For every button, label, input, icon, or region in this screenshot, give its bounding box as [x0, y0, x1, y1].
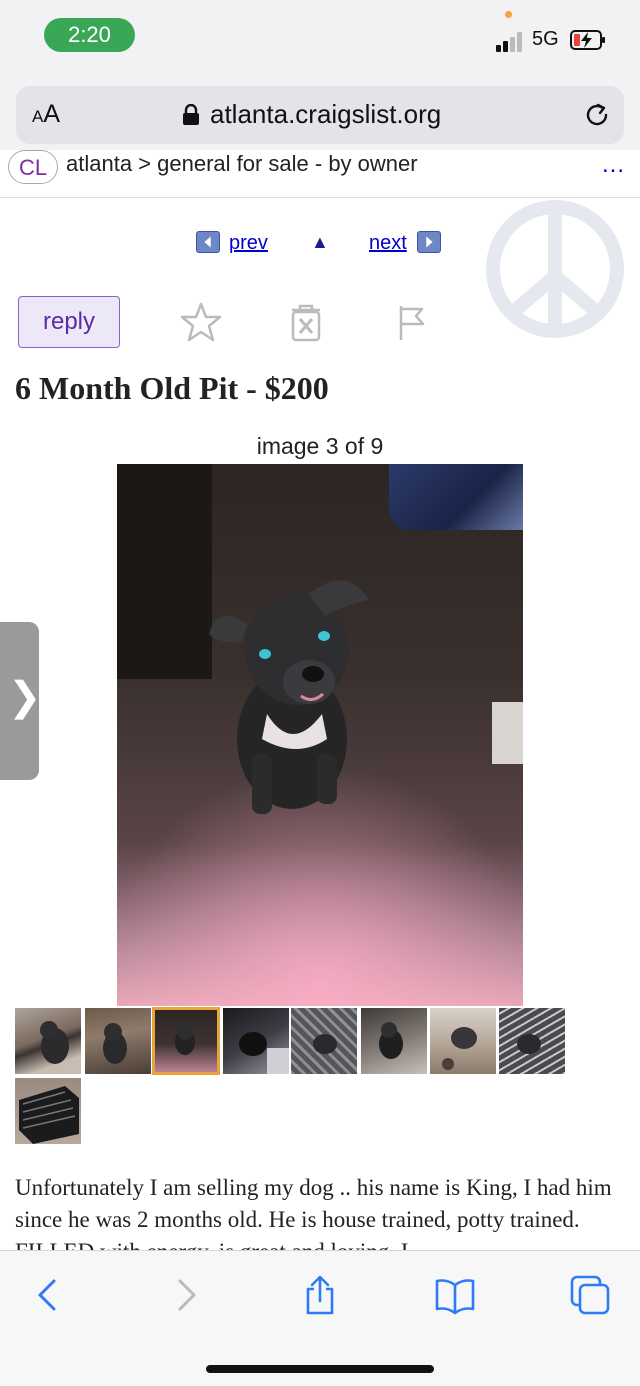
- tabs-icon[interactable]: [568, 1273, 612, 1317]
- more-menu-button[interactable]: ...: [602, 151, 625, 179]
- reload-icon[interactable]: [582, 100, 612, 130]
- posting-pager: prev ▲ next: [0, 228, 640, 262]
- book-icon[interactable]: [433, 1273, 477, 1317]
- thumbnail[interactable]: [361, 1008, 427, 1074]
- thumbnail[interactable]: [291, 1008, 357, 1074]
- photo-wall: [492, 702, 523, 764]
- posting-body: Unfortunately I am selling my dog .. his…: [15, 1175, 612, 1252]
- prev-link[interactable]: prev: [229, 232, 268, 255]
- thumbnail[interactable]: [15, 1008, 81, 1074]
- main-photo[interactable]: [117, 464, 523, 1006]
- thumbnail[interactable]: [85, 1008, 151, 1074]
- craigslist-logo[interactable]: CL: [8, 150, 58, 184]
- battery-charging-icon: [570, 30, 605, 50]
- up-link[interactable]: ▲: [311, 232, 329, 253]
- prev-arrow-icon[interactable]: [196, 231, 220, 253]
- thumbnail[interactable]: [499, 1008, 565, 1074]
- flag-icon[interactable]: [392, 300, 436, 344]
- status-time: 2:20: [44, 18, 135, 52]
- next-arrow-icon[interactable]: [417, 231, 441, 253]
- breadcrumb: CL atlanta > general for sale - by owner…: [0, 150, 640, 198]
- signal-strength-icon: [496, 30, 526, 52]
- image-counter: image 3 of 9: [256, 433, 384, 459]
- browser-toolbar: [0, 1250, 640, 1386]
- peace-sign-icon: [486, 200, 624, 338]
- photo-bag: [389, 464, 523, 530]
- thumbnail[interactable]: [15, 1078, 81, 1144]
- status-bar: 2:20 5G: [0, 0, 640, 76]
- lock-icon: [183, 104, 199, 125]
- posting-title: 6 Month Old Pit - $200: [15, 370, 329, 406]
- home-indicator[interactable]: [206, 1365, 434, 1373]
- side-panel-handle[interactable]: ❯: [0, 622, 42, 780]
- network-type: 5G: [532, 28, 559, 50]
- star-icon[interactable]: [179, 300, 223, 344]
- chevron-right-icon[interactable]: [164, 1273, 208, 1317]
- url-field[interactable]: AA atlanta.craigslist.org: [16, 86, 624, 144]
- dog-figure: [209, 580, 369, 814]
- thumbnail[interactable]: [223, 1008, 289, 1074]
- reply-button[interactable]: reply: [18, 296, 120, 348]
- url-text[interactable]: atlanta.craigslist.org: [210, 99, 441, 130]
- chevron-left-icon[interactable]: [26, 1273, 70, 1317]
- share-icon[interactable]: [298, 1273, 342, 1317]
- privacy-indicator-dot: [505, 11, 512, 18]
- breadcrumb-path[interactable]: atlanta > general for sale - by owner: [66, 151, 418, 177]
- thumbnail-selected[interactable]: [152, 1007, 220, 1075]
- trash-x-icon[interactable]: [284, 300, 328, 344]
- chevron-right-icon: ❯: [8, 675, 42, 719]
- thumbnail[interactable]: [430, 1008, 496, 1074]
- text-size-button[interactable]: AA: [32, 100, 60, 129]
- next-link[interactable]: next: [369, 232, 407, 255]
- browser-address-bar: AA atlanta.craigslist.org: [0, 76, 640, 158]
